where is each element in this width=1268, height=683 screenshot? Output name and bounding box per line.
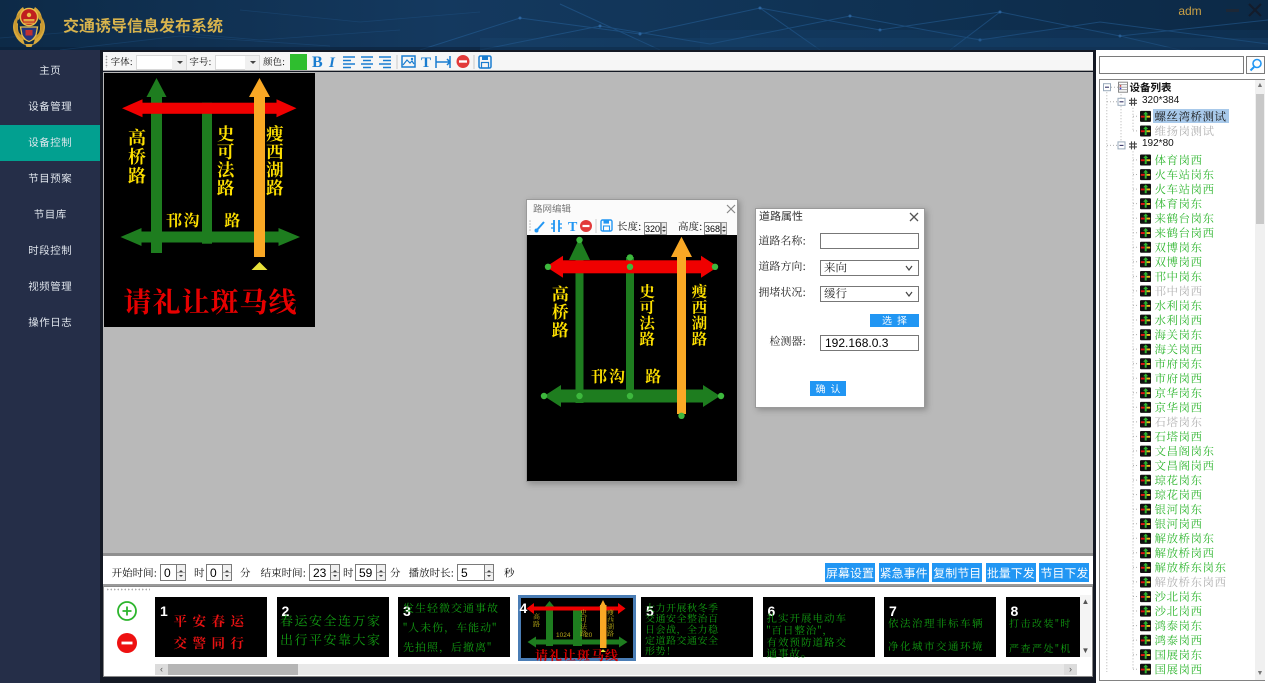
svg-text:T: T: [421, 55, 431, 71]
svg-text:B: B: [312, 54, 323, 71]
svg-text:I: I: [328, 55, 336, 71]
svg-text:T: T: [568, 220, 578, 235]
